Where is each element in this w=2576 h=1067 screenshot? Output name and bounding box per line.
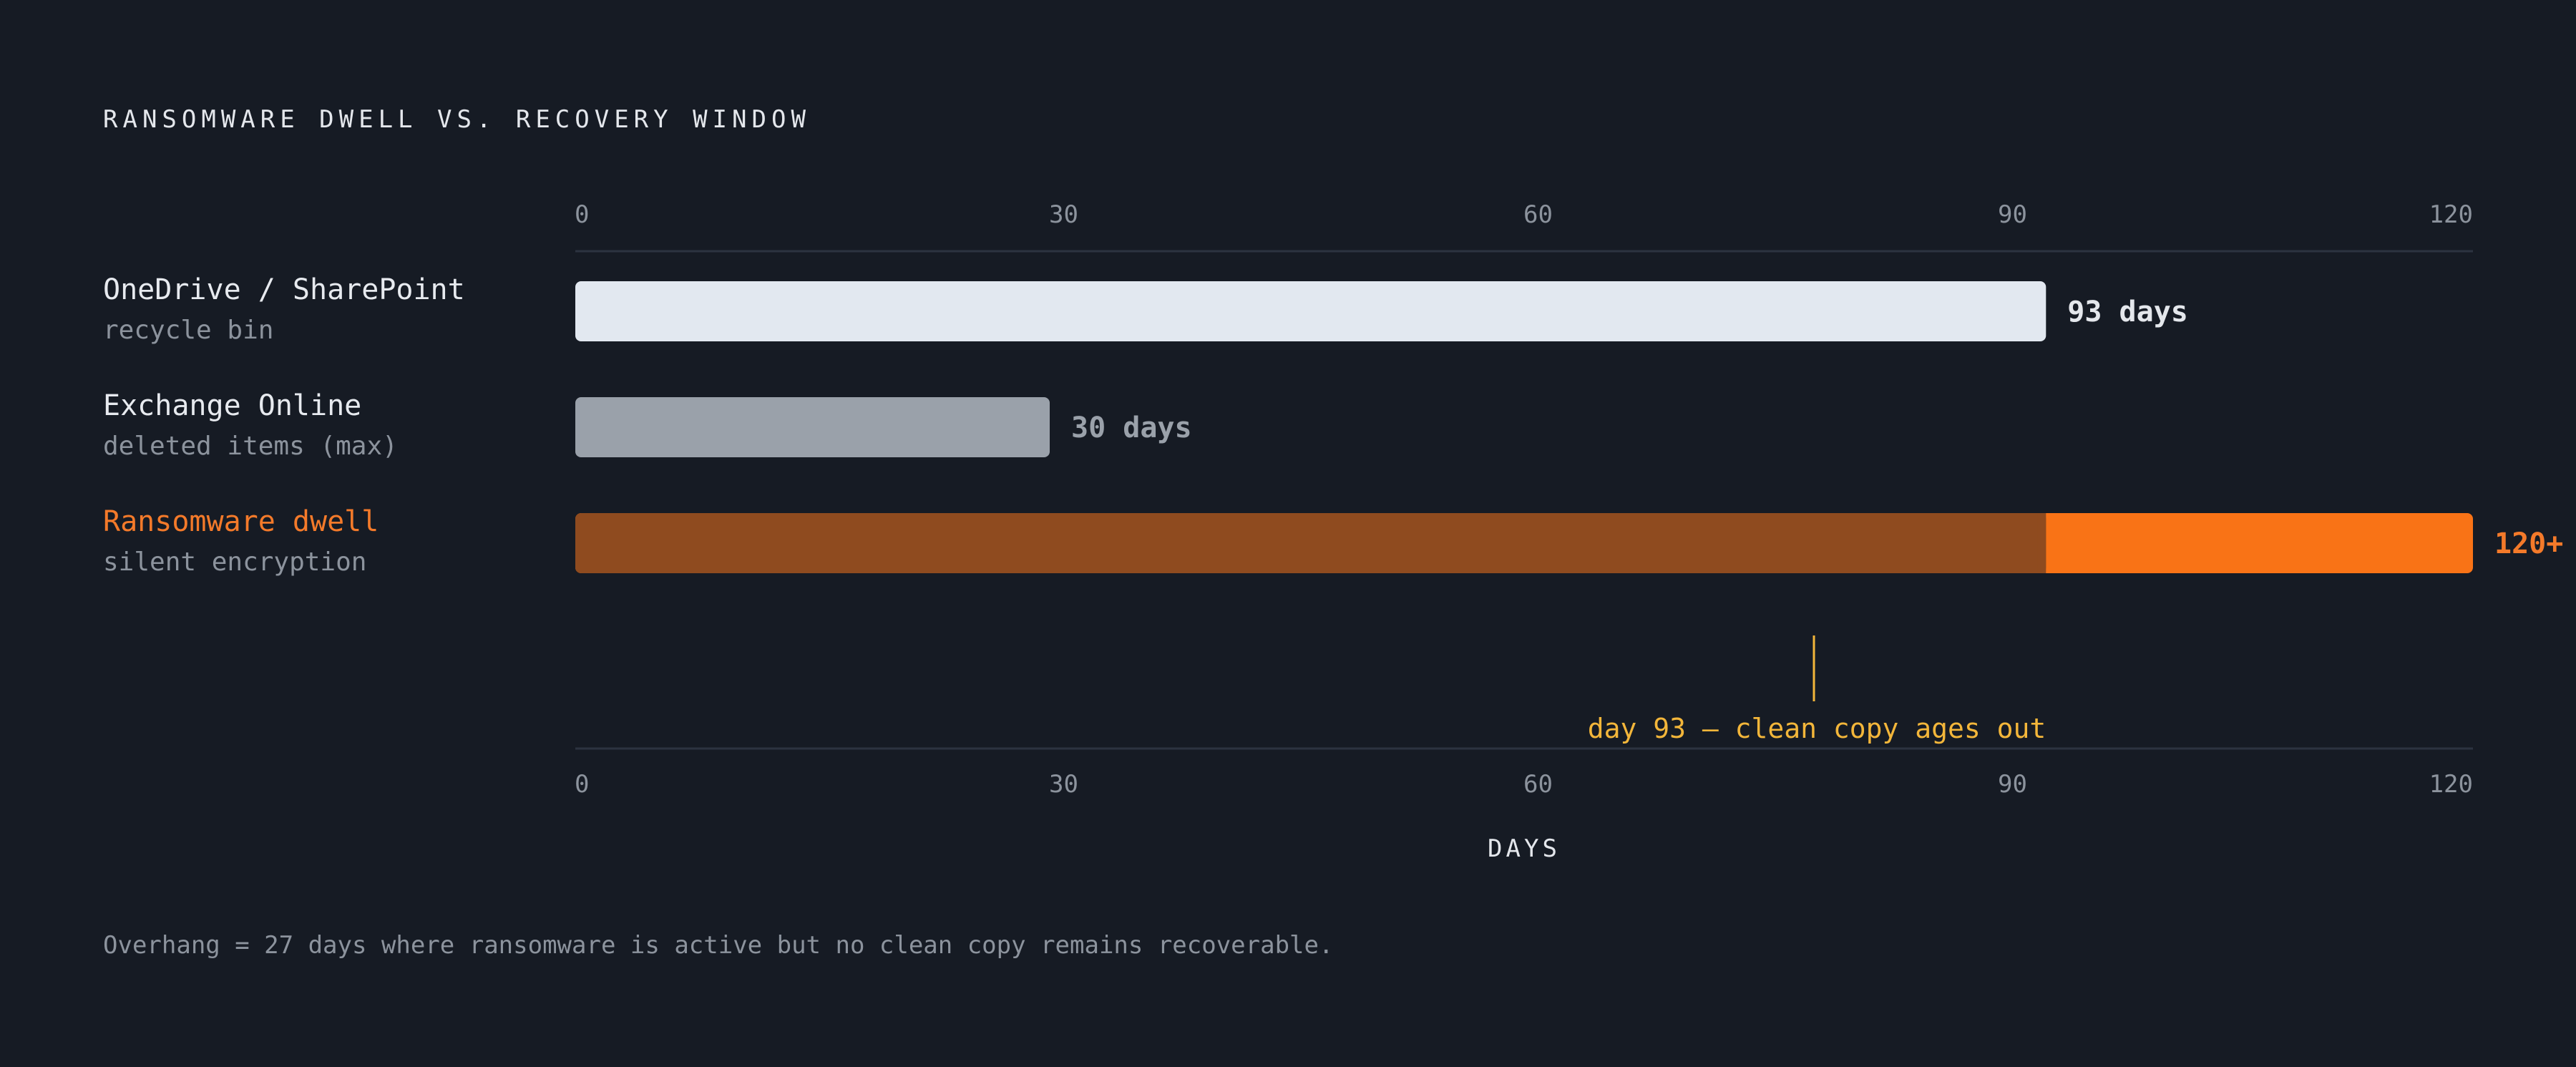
- bottom-axis-tick-0: 0: [575, 770, 589, 799]
- top-axis: 0 30 60 90 120: [575, 200, 2473, 229]
- bottom-axis-tick-120: 120: [2429, 770, 2473, 799]
- dwell-chart: RANSOMWARE DWELL VS. RECOVERY WINDOW 0 30…: [103, 105, 2563, 960]
- bar-dwell-covered-join: [2037, 513, 2046, 573]
- bottom-axis-tick-30: 30: [1049, 770, 1078, 799]
- category-sublabel-onedrive: recycle bin: [103, 316, 273, 345]
- x-axis-label: DAYS: [1488, 834, 1561, 863]
- top-axis-tick-60: 60: [1523, 200, 1553, 229]
- value-label-exchange: 30 days: [1071, 411, 1192, 444]
- bottom-axis-tick-90: 90: [1998, 770, 2027, 799]
- category-sublabel-dwell: silent encryption: [103, 547, 366, 577]
- category-label-exchange: Exchange Online: [103, 389, 361, 422]
- category-sublabel-exchange: deleted items (max): [103, 432, 398, 461]
- bar-dwell-covered: [575, 513, 2046, 573]
- bottom-axis: 0 30 60 90 120: [575, 770, 2473, 799]
- category-label-dwell: Ransomware dwell: [103, 505, 379, 538]
- chart-title: RANSOMWARE DWELL VS. RECOVERY WINDOW: [103, 105, 811, 134]
- category-label-onedrive: OneDrive / SharePoint: [103, 273, 465, 306]
- value-label-dwell: 120+: [2494, 527, 2563, 560]
- footnote: Overhang = 27 days where ransomware is a…: [103, 931, 1333, 960]
- bar-exchange: [575, 397, 1050, 457]
- value-label-onedrive: 93 days: [2067, 296, 2188, 328]
- top-axis-tick-30: 30: [1049, 200, 1078, 229]
- bar-onedrive: [575, 281, 2046, 341]
- top-axis-tick-90: 90: [1998, 200, 2027, 229]
- top-axis-tick-0: 0: [575, 200, 589, 229]
- annotation-label: day 93 — clean copy ages out: [1588, 713, 2046, 744]
- top-axis-tick-120: 120: [2429, 200, 2473, 229]
- bottom-axis-tick-60: 60: [1523, 770, 1553, 799]
